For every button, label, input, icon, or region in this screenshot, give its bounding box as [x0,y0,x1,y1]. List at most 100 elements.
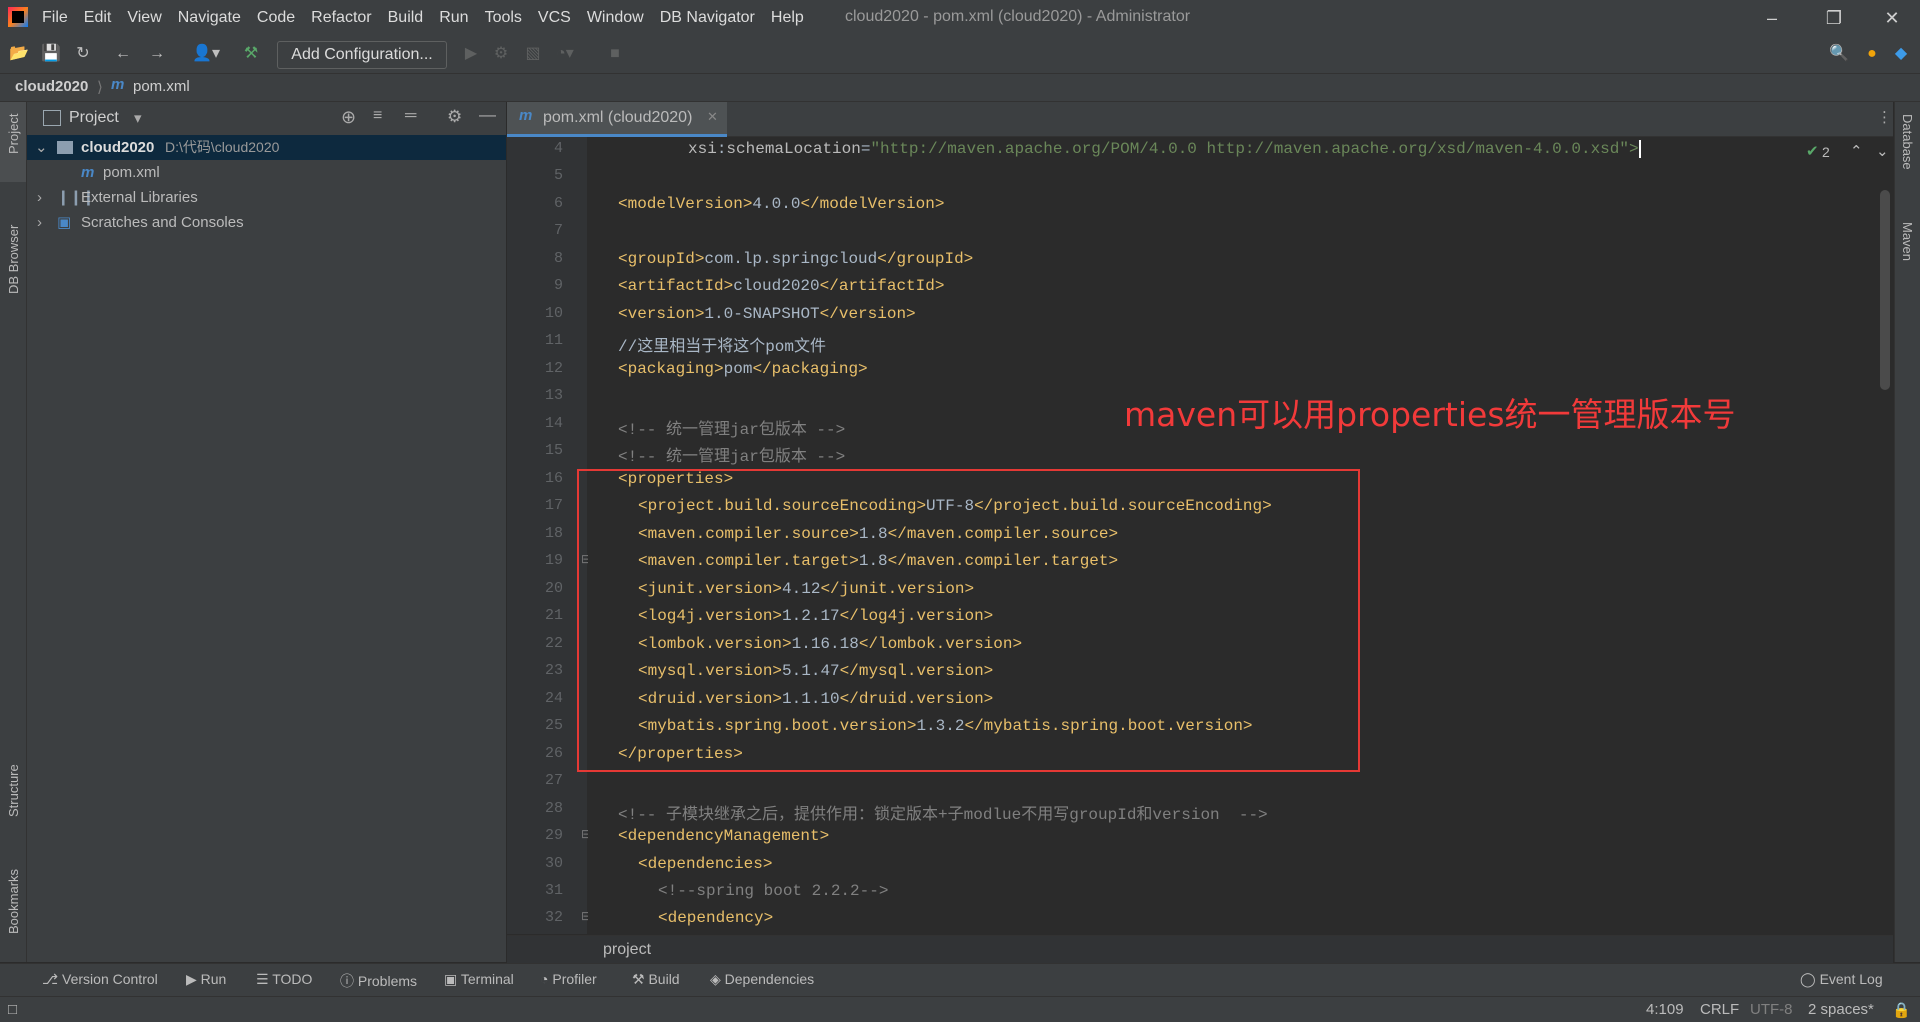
indent-setting[interactable]: 2 spaces* [1808,1001,1874,1018]
tab-pom-xml[interactable]: m pom.xml (cloud2020) ✕ [507,102,727,137]
event-log[interactable]: ◯ Event Log [1800,971,1883,988]
line-number: 16 [544,470,563,487]
expand-all-icon[interactable]: ≡ [373,107,382,125]
tool-todo[interactable]: ☰ TODO [256,971,312,988]
menu-window[interactable]: Window [579,9,652,27]
close-tab-icon[interactable]: ✕ [707,109,718,125]
lock-icon[interactable]: 🔒 [1892,1001,1911,1019]
chevron-down-icon[interactable]: ⌄ [35,135,48,160]
locate-icon[interactable]: ⊕ [341,107,356,128]
run-icon[interactable]: ▶ [460,43,482,65]
menu-view[interactable]: View [119,9,169,27]
debug-icon[interactable]: ⚙ [490,43,512,65]
structure-tool-tab[interactable]: Structure [0,752,26,842]
more-options-icon[interactable]: ⋮ [1877,108,1892,126]
menu-vcs[interactable]: VCS [530,9,579,27]
code-line: xsi:schemaLocation="http://maven.apache.… [688,140,1641,158]
next-highlight-icon[interactable]: ⌄ [1876,142,1889,160]
editor-tab-bar: m pom.xml (cloud2020) ✕ ⋮ [507,102,1893,137]
menu-refactor[interactable]: Refactor [303,9,379,27]
menu-code[interactable]: Code [249,9,303,27]
chevron-down-icon[interactable]: ▾ [134,109,142,127]
db-browser-tool-tab[interactable]: DB Browser [0,202,26,312]
highlight-box [577,469,1360,772]
menu-navigate[interactable]: Navigate [170,9,249,27]
add-configuration-button[interactable]: Add Configuration... [277,41,447,69]
stop-icon[interactable]: ■ [604,43,626,65]
file-encoding[interactable]: UTF-8 [1750,1001,1793,1018]
line-number: 5 [553,167,563,184]
settings-gear-icon[interactable]: ⚙ [447,107,462,127]
back-icon[interactable]: ← [112,43,134,65]
tree-item-cloud2020[interactable]: ⌄ cloud2020 D:\代码\cloud2020 [27,135,506,160]
breadcrumb-separator: ⟩ [97,79,103,96]
line-number: 14 [544,415,563,432]
build-hammer-icon[interactable]: ⚒ [240,43,262,65]
line-number: 28 [544,800,563,817]
tool-problems[interactable]: ⓘ Problems [340,971,417,991]
line-number: 20 [544,580,563,597]
code-line: <modelVersion>4.0.0</modelVersion> [618,195,945,213]
user-dropdown-icon[interactable]: 👤▾ [188,43,224,65]
line-separator[interactable]: CRLF [1700,1001,1739,1018]
menu-file[interactable]: File [34,9,76,27]
hide-panel-icon[interactable]: — [479,105,496,125]
collapse-all-icon[interactable]: ═ [405,107,416,125]
search-icon[interactable]: 🔍 [1828,43,1850,65]
line-number: 15 [544,442,563,459]
tool-version-control[interactable]: ⎇ Version Control [42,971,158,988]
tree-item-scratches[interactable]: › ▣ Scratches and Consoles [27,210,506,235]
menu-help[interactable]: Help [763,9,812,27]
coverage-icon[interactable]: ▧ [522,43,544,65]
tool-profiler[interactable]: ◔ Profiler [540,971,597,987]
branch-icon: ⎇ [42,971,63,987]
code-comment: <!-- 统一管理jar包版本 --> [618,421,846,439]
layout-toggle-icon[interactable]: □ [8,1001,17,1018]
forward-icon[interactable]: → [146,43,168,65]
tree-item-external-libraries[interactable]: › ❙❙❙ External Libraries [27,185,506,210]
editor-scrollbar[interactable] [1880,190,1890,390]
module-folder-icon [57,141,73,154]
tool-dependencies[interactable]: ◈ Dependencies [710,971,814,988]
tree-item-label: cloud2020 [81,139,155,156]
minimize-icon[interactable]: – [1758,4,1786,32]
inspection-ok-icon[interactable]: ✔ [1806,142,1819,160]
menu-db-navigator[interactable]: DB Navigator [652,9,763,27]
maven-tool-tab[interactable]: Maven [1895,222,1920,302]
line-number: 32 [544,909,563,926]
menu-build[interactable]: Build [380,9,432,27]
database-tool-tab[interactable]: Database [1895,114,1920,204]
jetbrains-toolbox-icon[interactable]: ◆ [1890,43,1912,65]
bookmarks-tool-tab[interactable]: Bookmarks [0,862,26,957]
open-folder-icon[interactable]: 📂 [8,43,30,65]
line-number: 4 [553,140,563,157]
list-icon: ☰ [256,971,273,987]
menu-run[interactable]: Run [431,9,476,27]
restore-icon[interactable]: ❐ [1820,4,1848,32]
profile-icon[interactable]: ◔▾ [554,43,576,65]
save-icon[interactable]: 💾 [40,43,62,65]
previous-highlight-icon[interactable]: ⌃ [1850,142,1863,160]
menu-edit[interactable]: Edit [76,9,120,27]
project-tool-tab[interactable]: Project [0,102,26,182]
update-icon[interactable]: ● [1861,43,1883,65]
sync-icon[interactable]: ↻ [72,43,94,65]
line-number: 23 [544,662,563,679]
tool-terminal[interactable]: ▣ Terminal [444,971,514,988]
tree-item-pom-xml[interactable]: m pom.xml [27,160,506,185]
breadcrumb-project-tag[interactable]: project [603,941,651,959]
close-icon[interactable]: ✕ [1878,4,1906,32]
chevron-right-icon[interactable]: › [37,210,42,235]
breadcrumb-project[interactable]: cloud2020 [15,78,88,95]
tool-run[interactable]: ▶ Run [186,971,226,988]
project-view-selector[interactable]: Project [69,109,119,127]
caret-position[interactable]: 4:109 [1646,1001,1684,1018]
breadcrumb-file[interactable]: pom.xml [133,78,190,95]
line-number: 22 [544,635,563,652]
right-tool-stripe: Database Maven [1894,102,1920,962]
code-line: <artifactId>cloud2020</artifactId> [618,277,945,295]
line-number: 29 [544,827,563,844]
menu-tools[interactable]: Tools [477,9,530,27]
chevron-right-icon[interactable]: › [37,185,42,210]
tool-build[interactable]: ⚒ Build [632,971,680,988]
